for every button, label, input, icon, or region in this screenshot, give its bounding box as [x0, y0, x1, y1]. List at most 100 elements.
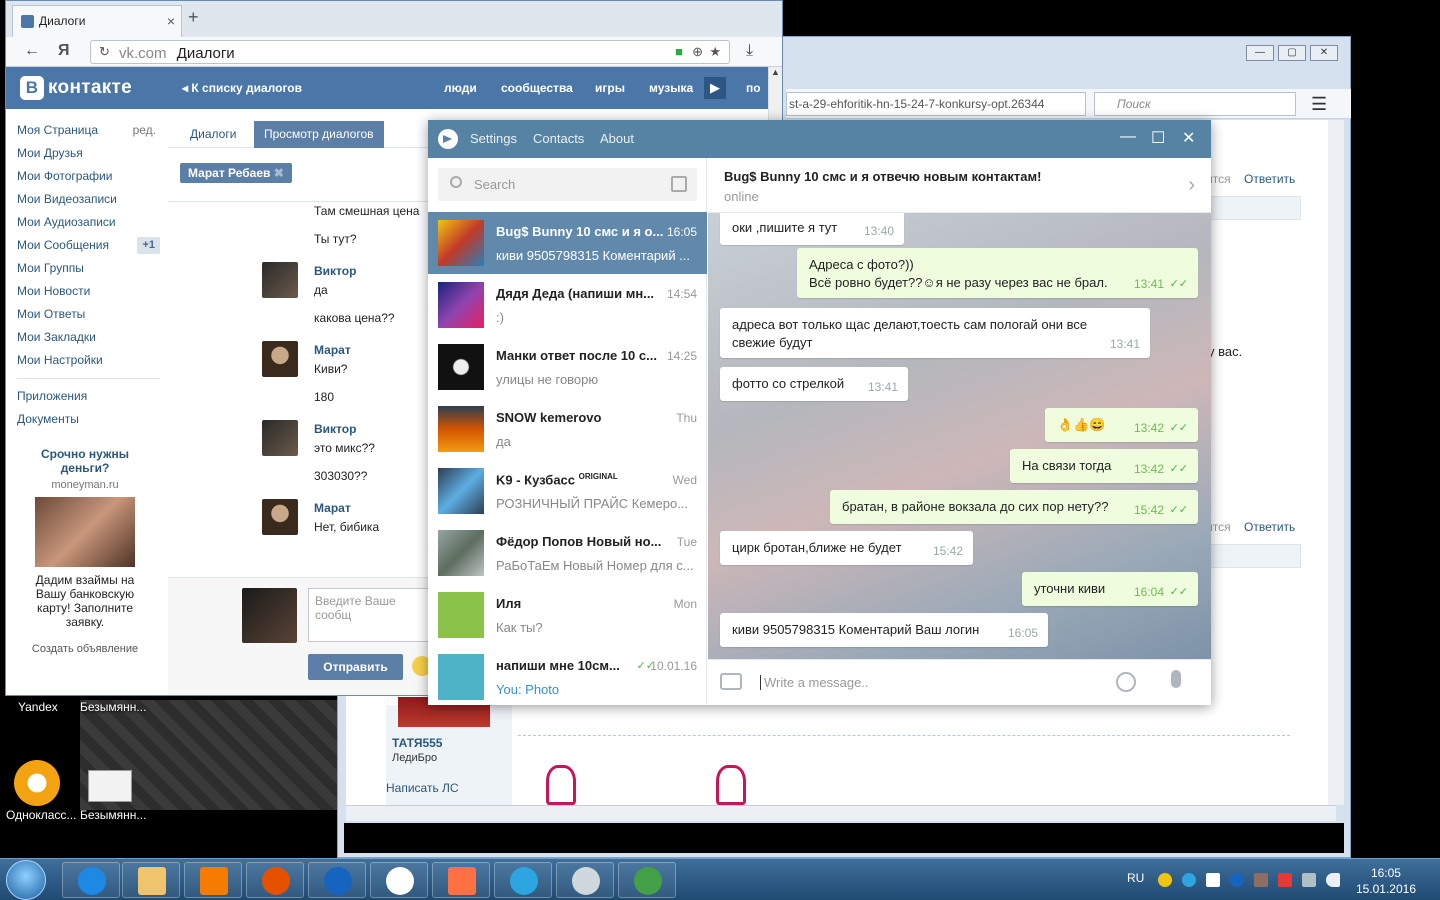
reply-link-1[interactable]: Ответить — [1244, 172, 1295, 186]
tray-app-icon[interactable] — [1158, 873, 1172, 887]
taskbar-files[interactable] — [432, 862, 490, 898]
taskbar-telegram[interactable] — [494, 862, 552, 898]
bg-search-field[interactable]: Поиск — [1094, 92, 1296, 116]
message-bubble-out[interactable]: 👌👍😄 13:42 ✓✓ — [1045, 408, 1198, 442]
play-icon[interactable]: ▶ — [704, 77, 726, 99]
image-file-icon[interactable] — [88, 770, 132, 802]
volume-icon[interactable] — [1326, 873, 1340, 887]
maximize-icon[interactable]: ☐ — [1151, 128, 1165, 148]
sidebar-item-bookmarks[interactable]: Мои Закладки — [6, 326, 168, 349]
message-bubble-out[interactable]: Адреса с фото?)) Всё ровно будет??☺я не … — [797, 248, 1198, 298]
tab-view-dialogs[interactable]: Просмотр диалогов — [254, 121, 384, 148]
ad-image[interactable] — [35, 497, 135, 567]
taskbar-paint[interactable] — [556, 862, 614, 898]
taskbar-globe[interactable] — [618, 862, 676, 898]
menu-about[interactable]: About — [600, 131, 634, 146]
send-button[interactable]: Отправить — [308, 654, 403, 680]
menu-games[interactable]: игры — [595, 81, 625, 95]
ad-title[interactable]: Срочно нужны деньги? — [20, 447, 150, 475]
scroll-up-icon[interactable]: ▲ — [769, 67, 782, 77]
emoji-icon[interactable] — [1116, 672, 1136, 692]
minimize-button[interactable]: — — [1246, 45, 1274, 61]
reply-link-2[interactable]: Ответить — [1244, 520, 1295, 534]
taskbar-game[interactable] — [246, 862, 304, 898]
menu-people[interactable]: люди — [444, 81, 477, 95]
taskbar-ccleaner[interactable] — [308, 862, 366, 898]
message-bubble-in[interactable]: цирк бротан,ближе не будет 15:42 — [720, 531, 973, 565]
odnoklassniki-icon[interactable] — [14, 760, 60, 806]
vk-url-field[interactable]: ↻ vk.com Диалоги ■ ⊕ ★ — [90, 40, 730, 64]
zoom-icon[interactable]: ⊕ — [692, 44, 703, 60]
avatar[interactable] — [262, 341, 298, 377]
message-bubble-in[interactable]: фотто со стрелкой 13:41 — [720, 367, 908, 401]
avatar[interactable] — [262, 420, 298, 456]
chat-list-item[interactable]: Манки ответ после 10 с... 14:25 улицы не… — [428, 336, 707, 398]
search-input[interactable]: Search — [438, 168, 697, 201]
back-arrow-icon[interactable]: ← — [24, 42, 40, 60]
message-bubble-out[interactable]: братан, в районе вокзала до сих пор нету… — [830, 490, 1198, 524]
compose-icon[interactable] — [671, 176, 687, 192]
sidebar-item-photos[interactable]: Мои Фотографии — [6, 165, 168, 188]
desktop-label-odnoklassniki[interactable]: Однокласс... — [6, 808, 76, 822]
menu-contacts[interactable]: Contacts — [533, 131, 584, 146]
chat-list-item[interactable]: K9 - Кузбасс ORIGINAL Wed РОЗНИЧНЫЙ ПРАЙ… — [428, 460, 707, 522]
bg-vertical-scrollbar[interactable] — [1328, 120, 1344, 805]
my-avatar[interactable] — [242, 588, 297, 643]
sidebar-item-videos[interactable]: Мои Видеозаписи — [6, 188, 168, 211]
microphone-icon[interactable] — [1171, 670, 1181, 688]
tray-alert-icon[interactable] — [1278, 873, 1292, 887]
sidebar-item-apps[interactable]: Приложения — [6, 385, 168, 408]
sidebar-item-news[interactable]: Мои Новости — [6, 280, 168, 303]
sidebar-item-documents[interactable]: Документы — [6, 408, 168, 431]
bg-user-name[interactable]: ТАТЯ555 — [392, 736, 442, 750]
edit-link[interactable]: ред. — [133, 119, 156, 142]
clock[interactable]: 16:05 15.01.2016 — [1356, 865, 1416, 897]
maximize-button[interactable]: ▢ — [1278, 45, 1306, 61]
bg-url-field[interactable]: st-a-29-ehforitik-hn-15-24-7-konkursy-op… — [786, 92, 1086, 116]
tray-ccleaner-icon[interactable] — [1230, 873, 1244, 887]
vk-tab[interactable]: Диалоги × — [12, 5, 182, 37]
desktop-label-file2[interactable]: Безымянн... — [80, 808, 146, 822]
chat-list-item[interactable]: Дядя Деда (напиши мн... 14:54 :) — [428, 274, 707, 336]
message-bubble-in[interactable]: адреса вот только щас делают,тоесть сам … — [720, 308, 1150, 358]
conversation-header[interactable]: Bug$ Bunny 10 смс и я отвечю новым конта… — [708, 158, 1211, 213]
menu-more[interactable]: по — [746, 81, 761, 95]
desktop-label-yandex[interactable]: Yandex — [18, 700, 58, 714]
bg-horizontal-scrollbar[interactable] — [346, 805, 1336, 821]
reload-icon[interactable]: ↻ — [99, 44, 110, 60]
sidebar-item-messages[interactable]: Мои Сообщения +1 — [6, 234, 168, 257]
language-indicator[interactable]: RU — [1127, 871, 1144, 885]
avatar[interactable] — [262, 499, 298, 535]
chat-list-item[interactable]: Bug$ Bunny 10 смс и я о... 16:05 киви 95… — [428, 212, 707, 274]
bookmark-star-icon[interactable]: ★ — [709, 44, 721, 60]
sidebar-item-audio[interactable]: Мои Аудиозаписи — [6, 211, 168, 234]
hamburger-menu-icon[interactable]: ☰ — [1311, 94, 1327, 115]
chat-list-item[interactable]: Фёдор Попов Новый но... Tue РаБоТаЕм Нов… — [428, 522, 707, 584]
sidebar-item-answers[interactable]: Мои Ответы — [6, 303, 168, 326]
create-ad-link[interactable]: Создать объявление — [20, 643, 150, 655]
sender-name[interactable]: Марат — [314, 343, 351, 357]
message-input[interactable]: Write a message.. — [760, 675, 869, 690]
chat-list-item[interactable]: SNOW kemerovo Thu да — [428, 398, 707, 460]
write-pm-link[interactable]: Написать ЛС — [386, 781, 459, 795]
vk-logo[interactable]: Вконтакте — [20, 76, 132, 100]
back-to-dialogs[interactable]: ◂ К списку диалогов — [182, 81, 302, 95]
sidebar-item-friends[interactable]: Мои Друзья — [6, 142, 168, 165]
camera-attach-icon[interactable] — [720, 673, 742, 690]
tray-box-icon[interactable] — [1254, 873, 1268, 887]
menu-communities[interactable]: сообщества — [501, 81, 573, 95]
desktop-label-file1[interactable]: Безымянн... — [80, 700, 146, 714]
tray-telegram-icon[interactable] — [1182, 873, 1196, 887]
taskbar-media[interactable] — [184, 862, 242, 898]
message-bubble-out[interactable]: На связи тогда 13:42 ✓✓ — [1010, 449, 1198, 483]
avatar[interactable] — [262, 262, 298, 298]
tray-network-icon[interactable] — [1302, 873, 1316, 887]
taskbar-ie[interactable] — [62, 862, 120, 898]
new-tab-icon[interactable]: + — [188, 7, 199, 28]
close-button[interactable]: ✕ — [1310, 45, 1338, 61]
message-bubble-out[interactable]: уточни киви 16:04 ✓✓ — [1022, 572, 1198, 606]
chat-list-item[interactable]: Иля Mon Как ты? — [428, 584, 707, 646]
taskbar-explorer[interactable] — [122, 862, 180, 898]
sender-name[interactable]: Виктор — [314, 264, 356, 278]
vk-message-input[interactable]: Введите Ваше сообщ — [308, 588, 438, 642]
